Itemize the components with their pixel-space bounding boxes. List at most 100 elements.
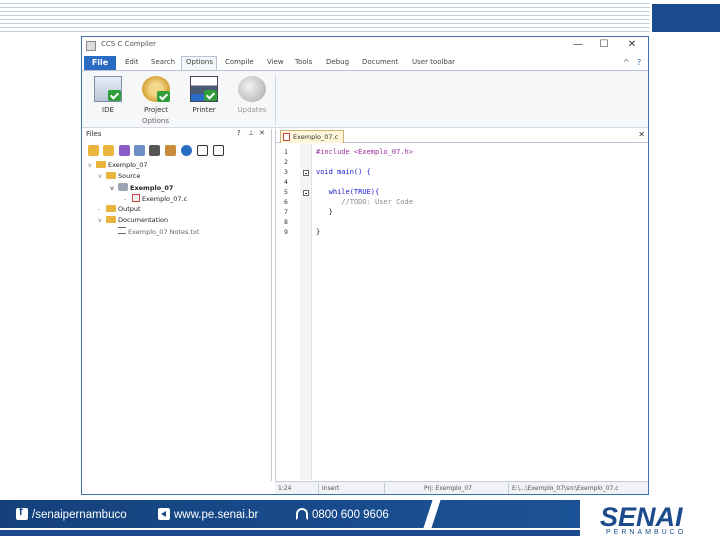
- line-number: 3: [284, 168, 288, 176]
- files-panel-header: Files ? ⊥ ✕: [82, 129, 272, 141]
- code-line: }: [316, 228, 321, 236]
- tree-item-label: Exemplo_07 Notes.txt: [128, 228, 200, 236]
- build-icon[interactable]: [165, 145, 176, 156]
- code-line: void main() {: [316, 168, 371, 176]
- tree-item-notes-file[interactable]: Exemplo_07 Notes.txt: [118, 227, 199, 237]
- ribbon-project-button[interactable]: Project: [134, 76, 178, 118]
- printer-icon: [190, 76, 218, 102]
- footer-website: www.pe.senai.br: [158, 508, 258, 521]
- tree-item-label: Exemplo_07: [130, 184, 174, 192]
- globe-update-icon: [238, 76, 266, 102]
- tree-item-label: Exemplo_07.c: [142, 195, 188, 203]
- help-icon[interactable]: ?: [637, 58, 641, 67]
- menu-view[interactable]: View: [267, 58, 284, 66]
- tree-item-documentation[interactable]: v Documentation: [98, 216, 168, 226]
- tree-toggle[interactable]: v: [88, 162, 96, 169]
- slide: CCS C Compiler — ☐ ✕ File Edit Search Op…: [0, 0, 720, 540]
- code-area[interactable]: #include <Exemplo_07.h> void main() { wh…: [312, 144, 648, 480]
- menu-user-toolbar[interactable]: User toolbar: [412, 58, 455, 66]
- tree-item-project-root[interactable]: v Exemplo_07: [88, 161, 148, 171]
- editor-tab-exemplo-07-c[interactable]: Exemplo_07.c: [280, 130, 344, 143]
- ribbon-collapse-icon[interactable]: ^: [623, 58, 630, 67]
- ribbon-group-label: Options: [142, 117, 170, 125]
- tree-toggle[interactable]: v: [98, 217, 106, 224]
- status-cursor-position: 1:24: [275, 483, 319, 494]
- tree-item-output[interactable]: - Output: [98, 205, 141, 215]
- footer-facebook: /senaipernambuco: [16, 506, 127, 521]
- status-insert-mode: Insert: [319, 483, 385, 494]
- folder-icon: [96, 161, 106, 168]
- tree-item-label: Source: [118, 172, 141, 180]
- menu-edit[interactable]: Edit: [125, 58, 139, 66]
- save-icon[interactable]: [119, 145, 130, 156]
- senai-logo: SENAI PERNAMBUCO: [600, 502, 700, 538]
- collapse-icon[interactable]: [213, 145, 224, 156]
- info-icon[interactable]: [181, 145, 192, 156]
- line-number: 6: [284, 198, 288, 206]
- editor-close-icon[interactable]: ✕: [638, 130, 645, 139]
- senai-logo-subtitle: PERNAMBUCO: [606, 529, 687, 536]
- headset-icon: [296, 508, 308, 520]
- fold-toggle-icon[interactable]: [303, 190, 309, 196]
- code-line: //TODO: User Code: [316, 198, 413, 206]
- c-file-icon: [283, 133, 290, 141]
- menu-document[interactable]: Document: [362, 58, 398, 66]
- menu-compile[interactable]: Compile: [225, 58, 254, 66]
- files-panel: Files ? ⊥ ✕ v Exemplo_07 v Source v Exem…: [82, 129, 272, 481]
- close-button[interactable]: ✕: [624, 38, 640, 52]
- ribbon-printer-button[interactable]: Printer: [182, 76, 226, 118]
- tree-item-label: Exemplo_07: [108, 161, 148, 169]
- project-gear-icon: [142, 76, 170, 102]
- tree-item-label: Output: [118, 205, 141, 213]
- footer-phone-text: 0800 600 9606: [312, 509, 389, 521]
- menu-search[interactable]: Search: [151, 58, 175, 66]
- files-close-icon[interactable]: ✕: [259, 129, 265, 137]
- text-file-icon: [118, 227, 126, 234]
- ribbon-ide-button[interactable]: IDE: [86, 76, 130, 118]
- status-file-path: E:\...\Exemplo_07\src\Exemplo_07.c: [512, 485, 619, 492]
- footer-phone: 0800 600 9606: [296, 508, 389, 521]
- files-panel-title: Files: [86, 130, 102, 138]
- folder-icon: [106, 172, 116, 179]
- project-icon: [118, 183, 128, 191]
- line-number: 2: [284, 158, 288, 166]
- menu-bar: File Edit Search Options Compile View To…: [82, 56, 648, 71]
- expand-icon[interactable]: [197, 145, 208, 156]
- check-icon: [204, 90, 217, 101]
- tree-item-project[interactable]: v Exemplo_07: [110, 183, 173, 193]
- menu-options[interactable]: Options: [186, 58, 213, 66]
- footer-website-text: www.pe.senai.br: [174, 509, 259, 521]
- tree-item-label: Documentation: [118, 216, 169, 224]
- fold-toggle-icon[interactable]: [303, 170, 309, 176]
- files-pin-icon[interactable]: ⊥: [248, 129, 254, 137]
- open-folder-icon[interactable]: [88, 145, 99, 156]
- link-icon[interactable]: [149, 145, 160, 156]
- ccs-compiler-window: CCS C Compiler — ☐ ✕ File Edit Search Op…: [81, 36, 649, 495]
- menu-debug[interactable]: Debug: [326, 58, 349, 66]
- check-icon: [108, 90, 121, 101]
- folder-icon: [106, 205, 116, 212]
- ribbon-printer-label: Printer: [192, 106, 216, 114]
- close-folder-icon[interactable]: [103, 145, 114, 156]
- tree-toggle[interactable]: v: [98, 173, 106, 180]
- attach-icon[interactable]: [134, 145, 145, 156]
- line-number: 8: [284, 218, 288, 226]
- tree-toggle[interactable]: v: [110, 185, 118, 192]
- ribbon-separator: [275, 75, 276, 125]
- maximize-button[interactable]: ☐: [596, 38, 612, 52]
- status-bar: 1:24 Insert Prj: Exemplo_07 E:\...\Exemp…: [275, 481, 648, 494]
- status-project: Prj: Exemplo_07: [385, 483, 509, 494]
- title-bar: CCS C Compiler — ☐ ✕: [82, 37, 648, 55]
- files-help-icon[interactable]: ?: [237, 129, 241, 137]
- menu-file[interactable]: File: [84, 56, 116, 70]
- tree-item-c-file[interactable]: - Exemplo_07.c: [124, 194, 187, 204]
- menu-tools[interactable]: Tools: [295, 58, 312, 66]
- c-file-icon: [132, 194, 140, 202]
- ribbon-updates-button[interactable]: Updates: [230, 76, 274, 118]
- footer-facebook-text: /senaipernambuco: [32, 509, 127, 521]
- top-decoration-lines: [0, 0, 650, 34]
- code-editor: Exemplo_07.c ✕ 1 2 3 4 5 6 7 8 9 #includ…: [275, 129, 648, 481]
- check-icon: [157, 91, 170, 102]
- minimize-button[interactable]: —: [570, 38, 586, 52]
- tree-item-source[interactable]: v Source: [98, 172, 140, 182]
